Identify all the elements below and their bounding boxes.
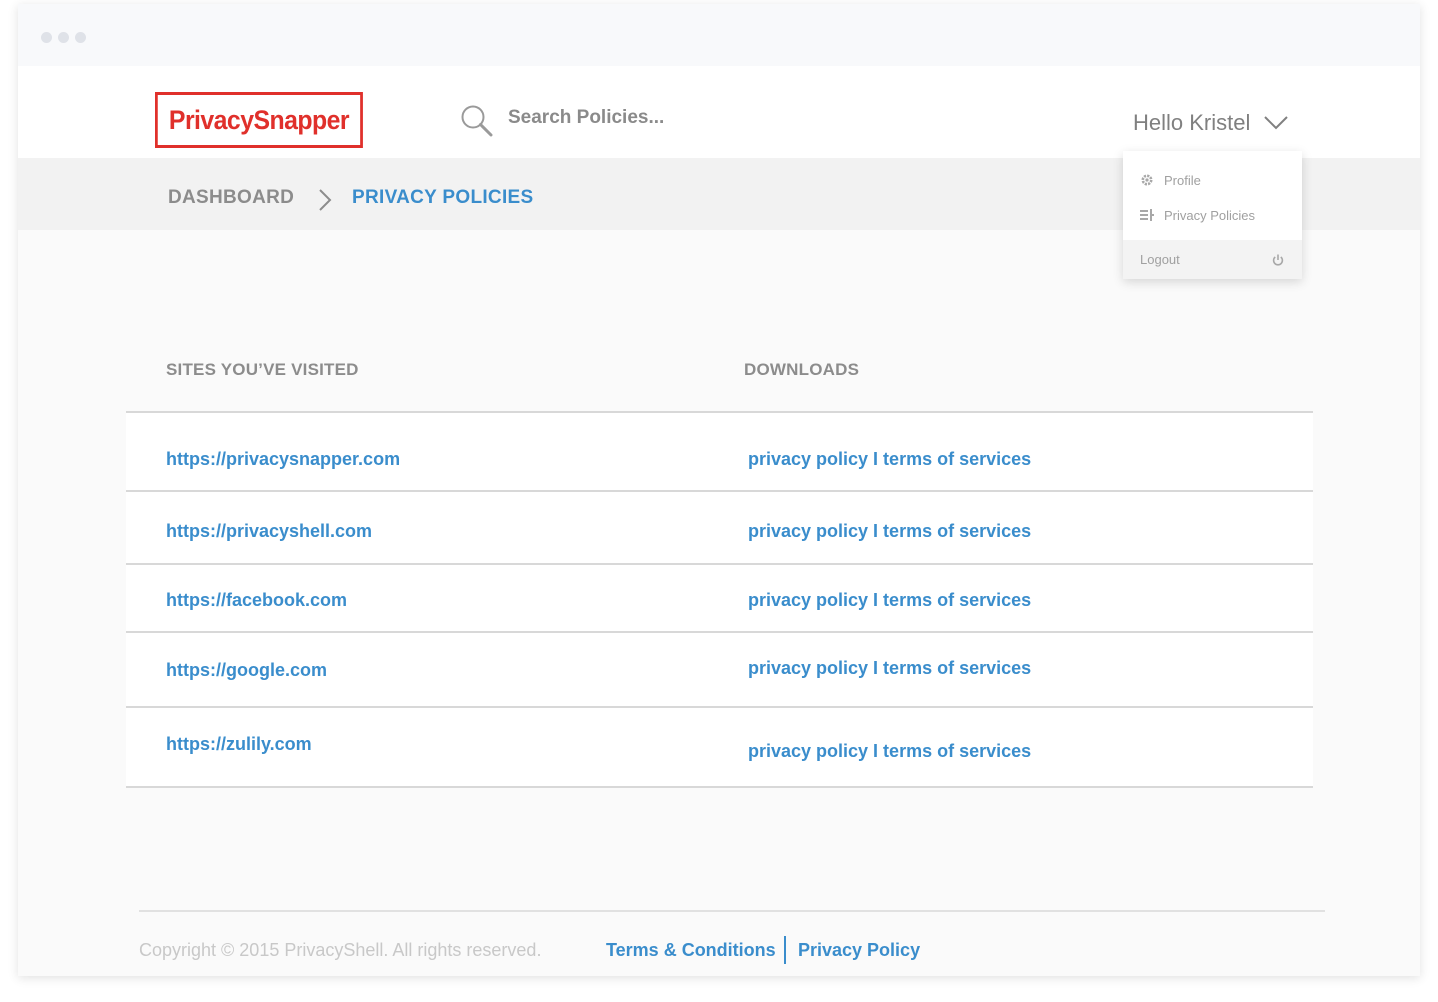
column-header-sites: SITES YOU’VE VISITED (166, 360, 359, 379)
window-titlebar (18, 4, 1420, 66)
site-link[interactable]: https://privacyshell.com (166, 521, 372, 542)
breadcrumb-dashboard[interactable]: DASHBOARD (168, 187, 294, 209)
dropdown-item-label: Profile (1164, 172, 1201, 188)
table-row: https://facebook.com privacy policy I te… (126, 565, 1313, 633)
downloads-link[interactable]: privacy policy I terms of services (748, 741, 1031, 762)
search-input[interactable] (508, 104, 808, 132)
downloads-link[interactable]: privacy policy I terms of services (748, 590, 1031, 611)
app-header: PrivacySnapper Hello Kristel (18, 66, 1420, 158)
site-link[interactable]: https://google.com (166, 660, 327, 681)
breadcrumb-privacy-policies[interactable]: PRIVACY POLICIES (352, 187, 533, 209)
column-header-downloads: DOWNLOADS (744, 360, 860, 379)
footer-separator (784, 936, 786, 964)
logout-label: Logout (1140, 252, 1180, 267)
downloads-link[interactable]: privacy policy I terms of services (748, 449, 1031, 470)
gear-icon (1141, 174, 1153, 186)
table-row: https://privacyshell.com privacy policy … (126, 492, 1313, 565)
user-greeting: Hello Kristel (1133, 110, 1251, 135)
app-logo[interactable]: PrivacySnapper (155, 92, 363, 148)
dropdown-item-privacy-policies[interactable]: Privacy Policies (1123, 199, 1302, 231)
chevron-down-icon (1264, 116, 1289, 130)
downloads-link[interactable]: privacy policy I terms of services (748, 658, 1031, 679)
table-row: https://zulily.com privacy policy I term… (126, 708, 1313, 788)
dropdown-item-label: Privacy Policies (1164, 207, 1256, 223)
window-dot-icon (58, 32, 69, 43)
footer-divider (139, 910, 1325, 912)
window-dot-icon (41, 32, 52, 43)
site-link[interactable]: https://zulily.com (166, 734, 312, 755)
table-row: https://privacysnapper.com privacy polic… (126, 413, 1313, 492)
table-row: https://google.com privacy policy I term… (126, 633, 1313, 708)
browser-window: PrivacySnapper Hello Kristel DASHBOARD P… (18, 4, 1420, 976)
dropdown-item-logout[interactable]: Logout (1123, 240, 1302, 279)
chevron-right-icon (319, 189, 332, 211)
user-dropdown-menu: Profile Privacy Policies Logout (1123, 151, 1302, 279)
user-menu-toggle[interactable]: Hello Kristel (1133, 108, 1289, 138)
copyright-text: Copyright © 2015 PrivacyShell. All right… (139, 940, 542, 960)
downloads-link[interactable]: privacy policy I terms of services (748, 521, 1031, 542)
dropdown-item-profile[interactable]: Profile (1123, 164, 1302, 196)
privacy-policy-link[interactable]: Privacy Policy (798, 940, 920, 961)
list-icon (1140, 209, 1154, 221)
search-icon[interactable] (460, 104, 494, 138)
window-dot-icon (75, 32, 86, 43)
power-icon (1272, 254, 1284, 266)
terms-link[interactable]: Terms & Conditions (606, 940, 776, 961)
site-link[interactable]: https://facebook.com (166, 590, 347, 611)
site-link[interactable]: https://privacysnapper.com (166, 449, 400, 470)
